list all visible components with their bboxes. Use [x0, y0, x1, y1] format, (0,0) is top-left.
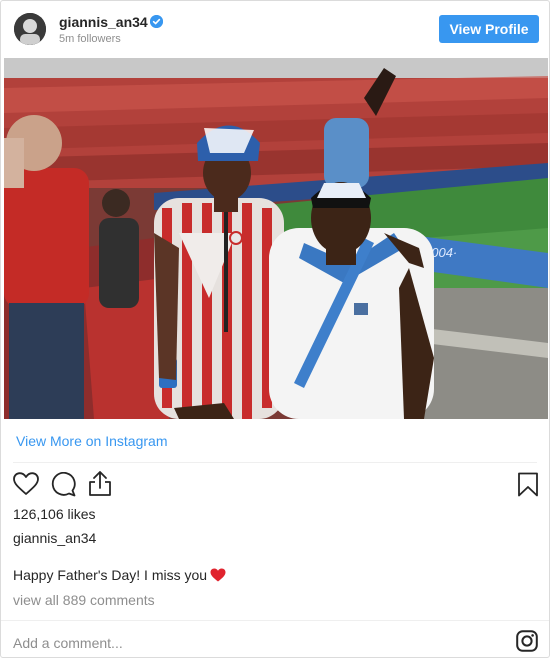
add-comment-input[interactable]: Add a comment...: [13, 635, 123, 651]
like-count[interactable]: 126,106 likes: [13, 506, 96, 522]
bookmark-icon[interactable]: [517, 472, 539, 502]
caption: Happy Father's Day! I miss you: [13, 567, 226, 583]
view-profile-button[interactable]: View Profile: [439, 15, 539, 43]
instagram-logo-icon[interactable]: [516, 630, 538, 657]
post-photo[interactable]: 2004·: [4, 58, 548, 419]
like-heart-icon[interactable]: [13, 472, 39, 501]
red-heart-emoji: [210, 568, 226, 582]
divider: [13, 462, 537, 463]
view-all-comments-link[interactable]: view all 889 comments: [13, 592, 155, 608]
divider: [1, 620, 549, 621]
verified-badge-icon: [150, 15, 163, 28]
view-more-link[interactable]: View More on Instagram: [16, 433, 167, 449]
post-header: giannis_an34 5m followers View Profile: [1, 1, 549, 57]
comment-icon[interactable]: [50, 471, 76, 502]
instagram-embed-card: giannis_an34 5m followers View Profile 2…: [0, 0, 550, 658]
caption-username[interactable]: giannis_an34: [13, 530, 96, 546]
caption-text: Happy Father's Day! I miss you: [13, 567, 208, 583]
profile-username[interactable]: giannis_an34: [59, 14, 148, 30]
follower-count: 5m followers: [59, 33, 121, 45]
share-icon[interactable]: [88, 470, 112, 502]
avatar[interactable]: [14, 13, 46, 45]
